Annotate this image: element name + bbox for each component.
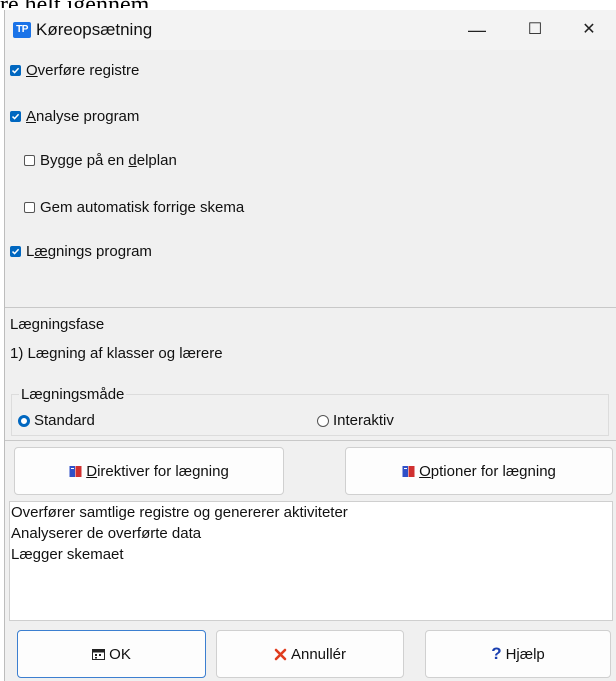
- background-text: re helt igennem.: [0, 0, 616, 8]
- checkbox-checked-icon: [10, 111, 21, 122]
- optioner-label: Optioner for lægning: [419, 462, 556, 480]
- direktiver-button[interactable]: Direktiver for lægning: [14, 447, 284, 495]
- radio-label: Interaktiv: [333, 412, 394, 429]
- radio-interaktiv[interactable]: Interaktiv: [317, 412, 394, 429]
- ok-label: OK: [109, 645, 131, 663]
- checkbox-label: Analyse program: [26, 108, 140, 125]
- log-panel: Overfører samtlige registre og genererer…: [9, 501, 613, 621]
- checkbox-laegnings-program[interactable]: Lægnings program: [10, 243, 152, 260]
- direktiver-label: Direktiver for lægning: [86, 462, 229, 480]
- radio-selected-icon: [18, 414, 30, 427]
- checkbox-label: Lægnings program: [26, 243, 152, 260]
- book-icon: [69, 465, 82, 478]
- radio-unselected-icon: [317, 414, 329, 427]
- help-label: Hjælp: [505, 645, 545, 663]
- book-icon: [402, 465, 415, 478]
- optioner-button[interactable]: Optioner for lægning: [345, 447, 613, 495]
- checkbox-bygge-delplan[interactable]: Bygge på en delplan: [24, 152, 177, 169]
- radio-label: Standard: [34, 412, 95, 429]
- cancel-button[interactable]: Annullér: [216, 630, 404, 678]
- cancel-x-icon: [274, 648, 287, 661]
- checkbox-checked-icon: [10, 65, 21, 76]
- ok-button[interactable]: OK: [17, 630, 206, 678]
- checkbox-analyse-program[interactable]: Analyse program: [10, 108, 139, 125]
- log-line: Lægger skemaet: [11, 546, 124, 563]
- dialog-window: TP Køreopsætning — ☐ ✕ Overføre registre…: [4, 10, 616, 681]
- title-bar: TP Køreopsætning — ☐ ✕: [5, 10, 616, 50]
- phase-heading: Lægningsfase: [10, 316, 105, 333]
- checkbox-label: Bygge på en delplan: [40, 152, 177, 169]
- checkbox-unchecked-icon: [24, 155, 35, 166]
- divider: [5, 307, 616, 308]
- checkbox-overfore-registre[interactable]: Overføre registre: [10, 62, 139, 79]
- log-line: Overfører samtlige registre og genererer…: [11, 504, 348, 521]
- checkbox-label: Overføre registre: [26, 62, 140, 79]
- checkbox-label: Gem automatisk forrige skema: [40, 199, 245, 216]
- help-button[interactable]: ? Hjælp: [425, 630, 611, 678]
- help-question-icon: ?: [491, 644, 502, 663]
- log-line: Analyserer de overførte data: [11, 525, 202, 542]
- close-button[interactable]: ✕: [563, 10, 615, 50]
- window-title: Køreopsætning: [36, 20, 153, 39]
- app-icon: TP: [13, 22, 31, 38]
- mode-group-label: Lægningsmåde: [19, 386, 127, 403]
- maximize-button[interactable]: ☐: [509, 10, 561, 50]
- cancel-label: Annullér: [290, 645, 347, 663]
- radio-standard[interactable]: Standard: [18, 412, 95, 429]
- phase-value: 1) Lægning af klasser og lærere: [10, 345, 223, 362]
- divider: [5, 440, 616, 441]
- ok-icon: [92, 648, 106, 660]
- minimize-button[interactable]: —: [451, 10, 503, 50]
- checkbox-gem-forrige-skema[interactable]: Gem automatisk forrige skema: [24, 199, 244, 216]
- checkbox-unchecked-icon: [24, 202, 35, 213]
- checkbox-checked-icon: [10, 246, 21, 257]
